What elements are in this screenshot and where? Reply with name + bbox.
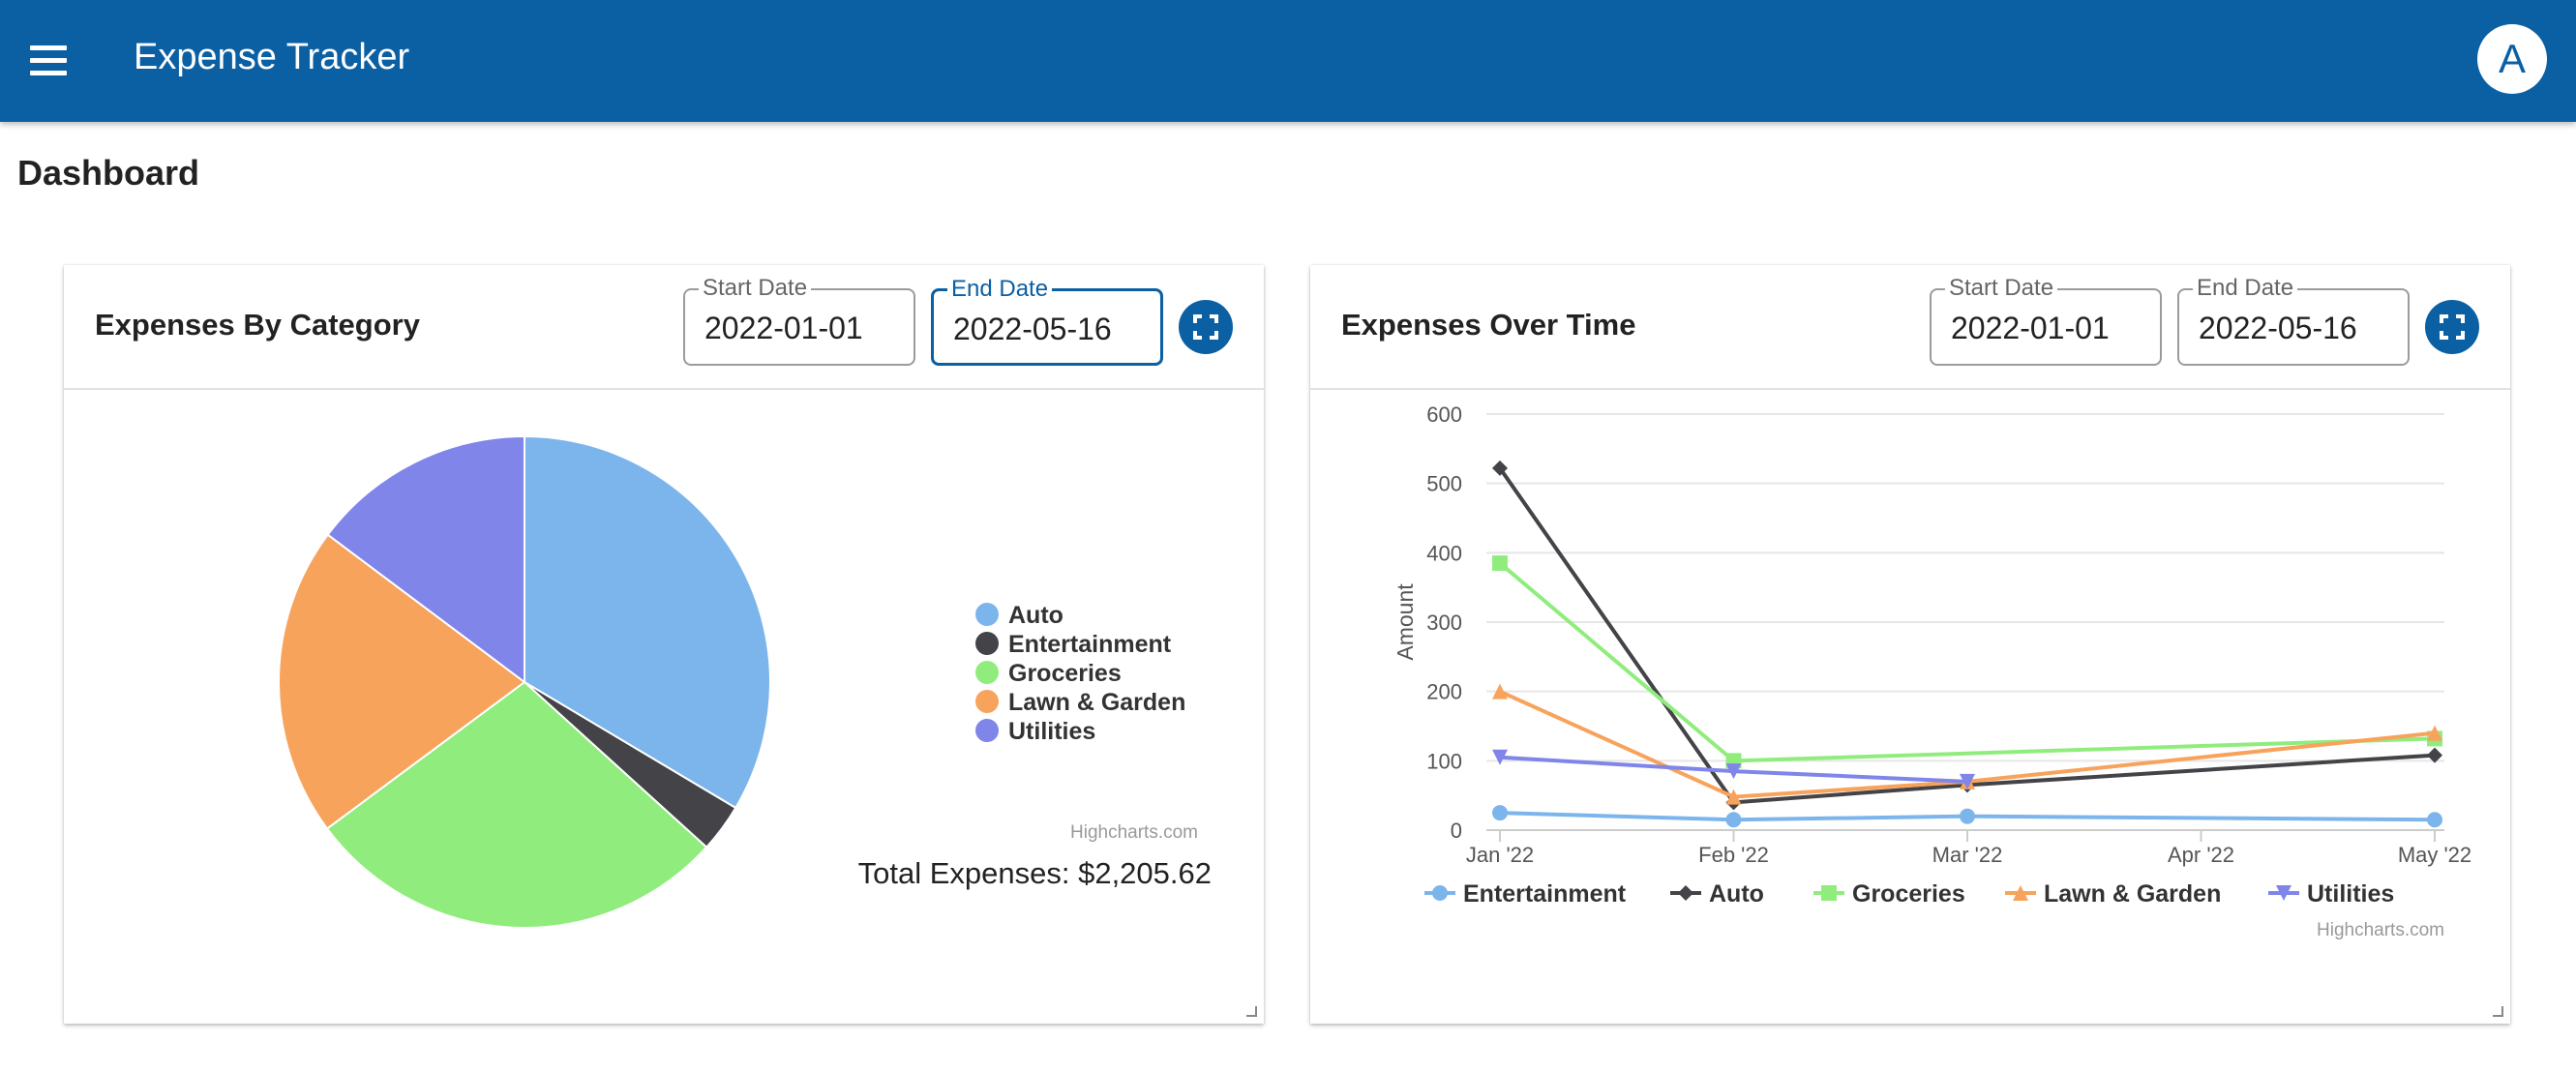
- x-tick-label: Jan '22: [1466, 843, 1534, 867]
- legend-marker: [1678, 885, 1693, 901]
- legend-item[interactable]: Lawn & Garden: [1008, 689, 1185, 716]
- end-date-field[interactable]: End Date: [931, 276, 1163, 366]
- legend-item[interactable]: Groceries: [1008, 660, 1122, 687]
- legend-marker: [1821, 885, 1837, 901]
- chart-credits[interactable]: Highcharts.com: [1070, 822, 1198, 843]
- y-tick-label: 300: [1426, 610, 1462, 635]
- start-date-input[interactable]: [1951, 308, 2144, 348]
- legend-item[interactable]: Lawn & Garden: [2044, 880, 2221, 908]
- y-tick-label: 400: [1426, 541, 1462, 565]
- legend-marker: [975, 632, 999, 655]
- card-header: Expenses Over Time Start Date End Date: [1310, 265, 2510, 390]
- expenses-over-time-card: Expenses Over Time Start Date End Date 0…: [1310, 265, 2510, 1024]
- end-date-input[interactable]: [953, 309, 1147, 349]
- x-tick-label: Apr '22: [2168, 843, 2234, 867]
- start-date-field[interactable]: Start Date: [683, 275, 915, 366]
- data-point[interactable]: [1492, 555, 1508, 572]
- y-tick-label: 500: [1426, 472, 1462, 496]
- resize-handle-icon[interactable]: [2489, 1002, 2504, 1018]
- legend-item[interactable]: Groceries: [1852, 880, 1965, 908]
- start-date-field[interactable]: Start Date: [1930, 275, 2162, 366]
- legend-marker: [1432, 885, 1448, 901]
- line-chart: 0 100 200 300 400 500 600 Jan '22 Feb '22 Mar '22…: [1393, 402, 2471, 940]
- legend-item[interactable]: Auto: [1008, 602, 1063, 629]
- end-date-input[interactable]: [2199, 308, 2392, 348]
- chart-credits[interactable]: Highcharts.com: [2317, 920, 2444, 940]
- start-date-label: Start Date: [699, 275, 812, 302]
- page-title: Dashboard: [17, 153, 200, 193]
- legend-item[interactable]: Utilities: [1008, 718, 1095, 745]
- x-tick-label: Feb '22: [1698, 843, 1769, 867]
- data-point[interactable]: [1492, 805, 1508, 821]
- y-tick-label: 100: [1426, 749, 1462, 773]
- card-title: Expenses By Category: [95, 308, 420, 342]
- series-line[interactable]: [1498, 561, 2436, 763]
- total-expenses: Total Expenses: $2,205.62: [858, 856, 1212, 890]
- fullscreen-button[interactable]: [1179, 300, 1233, 354]
- pie-chart: AutoEntertainmentGroceriesLawn & GardenU…: [278, 434, 1212, 929]
- legend-item[interactable]: Entertainment: [1008, 631, 1172, 658]
- fullscreen-button[interactable]: [2425, 300, 2479, 354]
- expenses-by-category-card: Expenses By Category Start Date End Date…: [64, 265, 1264, 1024]
- fullscreen-icon: [2440, 314, 2465, 340]
- app-title: Expense Tracker: [134, 37, 410, 77]
- app-bar: Expense Tracker A: [0, 0, 2576, 122]
- end-date-label: End Date: [2193, 275, 2298, 302]
- y-tick-label: 200: [1426, 680, 1462, 704]
- y-axis-label: Amount: [1393, 583, 1418, 661]
- start-date-input[interactable]: [704, 308, 898, 348]
- legend-marker: [975, 661, 999, 684]
- end-date-label: End Date: [947, 276, 1053, 303]
- avatar[interactable]: A: [2477, 24, 2547, 94]
- y-tick-label: 600: [1426, 402, 1462, 427]
- start-date-label: Start Date: [1945, 275, 2058, 302]
- y-tick-label: 0: [1451, 819, 1462, 843]
- x-tick-label: May '22: [2398, 843, 2471, 867]
- legend-marker: [975, 690, 999, 713]
- data-point[interactable]: [2427, 812, 2442, 828]
- legend-marker: [975, 603, 999, 626]
- legend-item[interactable]: Auto: [1709, 880, 1764, 908]
- card-title: Expenses Over Time: [1341, 308, 1636, 342]
- data-point[interactable]: [1960, 808, 1975, 824]
- menu-icon[interactable]: [19, 37, 77, 83]
- data-point[interactable]: [1725, 812, 1742, 828]
- legend-marker: [975, 719, 999, 742]
- legend-item[interactable]: Utilities: [2307, 880, 2394, 908]
- card-header: Expenses By Category Start Date End Date: [64, 265, 1264, 390]
- x-tick-label: Mar '22: [1932, 843, 2003, 867]
- resize-handle-icon[interactable]: [1243, 1002, 1258, 1018]
- end-date-field[interactable]: End Date: [2177, 275, 2410, 366]
- legend-item[interactable]: Entertainment: [1463, 880, 1627, 908]
- fullscreen-icon: [1193, 314, 1218, 340]
